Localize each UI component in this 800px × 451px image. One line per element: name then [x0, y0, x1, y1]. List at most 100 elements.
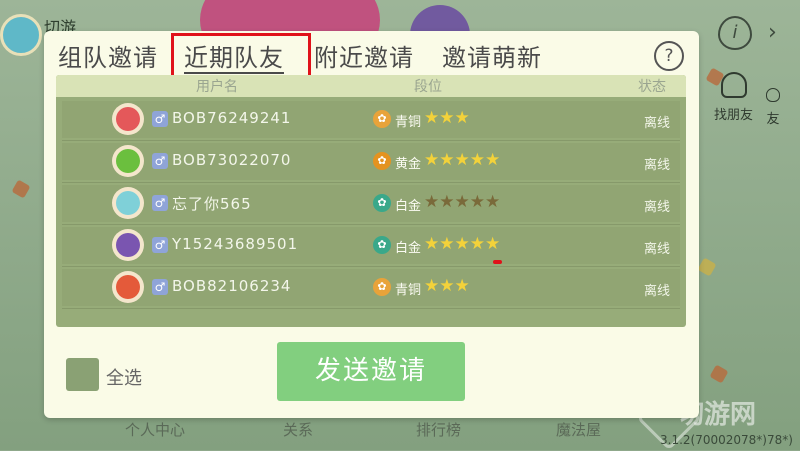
- rank-stars: ★★★: [424, 276, 470, 296]
- tab-team-invite[interactable]: 组队邀请: [58, 38, 158, 73]
- star-icon: ★: [439, 108, 455, 128]
- invite-dialog: 组队邀请 近期队友 附近邀请 邀请萌新 ? 用户名 段位 状态 ♂ BOB7624…: [44, 31, 699, 418]
- star-icon: ★: [454, 108, 470, 128]
- table-row[interactable]: ♂ BOB76249241 ✿ 青铜 ★★★ 离线: [62, 99, 680, 141]
- avatar-character-icon: [116, 149, 140, 173]
- header-username: 用户名: [196, 79, 238, 95]
- rank-name: 白金: [395, 199, 422, 214]
- rank-badge-icon: ✿: [373, 278, 391, 296]
- status-label: 离线: [644, 242, 671, 257]
- friend-button[interactable]: 友: [766, 88, 780, 127]
- friend-label: 友: [766, 112, 780, 127]
- tab-invite-newbie[interactable]: 邀请萌新: [442, 38, 542, 73]
- hex-decoration: [709, 364, 729, 384]
- tab-nearby-invite[interactable]: 附近邀请: [314, 38, 414, 73]
- player-avatar[interactable]: [0, 14, 42, 56]
- star-icon: ★: [469, 192, 485, 212]
- star-icon: ★: [469, 150, 485, 170]
- nav-personal-center[interactable]: 个人中心: [125, 419, 185, 440]
- male-icon: ♂: [152, 153, 168, 169]
- header-status: 状态: [638, 79, 666, 95]
- male-icon: ♂: [152, 111, 168, 127]
- player-name: BOB73022070: [172, 151, 292, 169]
- star-icon: ★: [454, 192, 470, 212]
- annotation-mark: [493, 260, 502, 264]
- nav-leaderboard[interactable]: 排行榜: [416, 419, 461, 440]
- rank-badge-icon: ✿: [373, 194, 391, 212]
- player-name: BOB76249241: [172, 109, 292, 127]
- avatar-character-icon: [116, 107, 140, 131]
- find-friends-label: 找朋友: [714, 108, 754, 123]
- avatar: [112, 271, 144, 303]
- star-icon: ★: [454, 234, 470, 254]
- help-button[interactable]: ?: [654, 41, 684, 71]
- table-header: 用户名 段位 状态: [56, 75, 686, 97]
- rank-badge-icon: ✿: [373, 110, 391, 128]
- star-icon: ★: [424, 234, 440, 254]
- rank-stars: ★★★: [424, 108, 470, 128]
- hex-decoration: [11, 179, 31, 199]
- hex-decoration: [697, 257, 717, 277]
- avatar: [112, 187, 144, 219]
- star-icon: ★: [454, 276, 470, 296]
- nav-relations[interactable]: 关系: [283, 419, 313, 440]
- avatar: [112, 103, 144, 135]
- star-icon: ★: [469, 234, 485, 254]
- status-label: 离线: [644, 158, 671, 173]
- table-row[interactable]: ♂ BOB82106234 ✿ 青铜 ★★★ 离线: [62, 267, 680, 309]
- star-icon: ★: [485, 192, 501, 212]
- avatar-character-icon: [116, 233, 140, 257]
- rank-badge-icon: ✿: [373, 236, 391, 254]
- select-all-checkbox[interactable]: [66, 358, 99, 391]
- table-row[interactable]: ♂ BOB73022070 ✿ 黄金 ★★★★★ 离线: [62, 141, 680, 183]
- star-icon: ★: [424, 108, 440, 128]
- send-invite-button[interactable]: 发送邀请: [277, 342, 465, 401]
- avatar: [112, 145, 144, 177]
- star-icon: ★: [424, 192, 440, 212]
- status-label: 离线: [644, 200, 671, 215]
- star-icon: ★: [439, 276, 455, 296]
- table-body: ♂ BOB76249241 ✿ 青铜 ★★★ 离线 ♂ BOB73022070 ✿ 黄金 ★★★★★…: [56, 97, 686, 309]
- star-icon: ★: [439, 234, 455, 254]
- rank-stars: ★★★★★: [424, 192, 500, 212]
- rank-badge-icon: ✿: [373, 152, 391, 170]
- rank-stars: ★★★★★: [424, 150, 500, 170]
- nav-magic-house[interactable]: 魔法屋: [556, 419, 601, 440]
- select-all-label[interactable]: 全选: [106, 364, 142, 390]
- avatar-character-icon: [116, 191, 140, 215]
- star-icon: ★: [454, 150, 470, 170]
- add-friend-icon: [720, 72, 747, 98]
- male-icon: ♂: [152, 237, 168, 253]
- status-label: 离线: [644, 284, 671, 299]
- star-icon: ★: [424, 150, 440, 170]
- header-rank: 段位: [414, 79, 442, 95]
- rank-stars: ★★★★★: [424, 234, 500, 254]
- table-row[interactable]: ♂ Y15243689501 ✿ 白金 ★★★★★ 离线: [62, 225, 680, 267]
- player-name: 忘了你565: [172, 195, 252, 213]
- star-icon: ★: [485, 150, 501, 170]
- version-label: 3.1.2(70002078*)78*): [660, 433, 793, 447]
- male-icon: ♂: [152, 195, 168, 211]
- rank-name: 青铜: [395, 115, 422, 130]
- rank-name: 青铜: [395, 283, 422, 298]
- rank-name: 黄金: [395, 157, 422, 172]
- rank-name: 白金: [395, 241, 422, 256]
- star-icon: ★: [439, 192, 455, 212]
- male-icon: ♂: [152, 279, 168, 295]
- avatar-character-icon: [116, 275, 140, 299]
- active-tab-highlight: [171, 33, 311, 80]
- chevron-right-icon[interactable]: ›: [768, 20, 777, 45]
- star-icon: ★: [485, 234, 501, 254]
- status-label: 离线: [644, 116, 671, 131]
- tab-bar: 组队邀请 近期队友 附近邀请 邀请萌新 ?: [44, 31, 699, 80]
- player-name: Y15243689501: [172, 235, 299, 253]
- avatar: [112, 229, 144, 261]
- friend-icon: [766, 88, 780, 102]
- table-row[interactable]: ♂ 忘了你565 ✿ 白金 ★★★★★ 离线: [62, 183, 680, 225]
- star-icon: ★: [424, 276, 440, 296]
- player-name: BOB82106234: [172, 277, 292, 295]
- star-icon: ★: [439, 150, 455, 170]
- find-friends-button[interactable]: 找朋友: [714, 72, 753, 123]
- teammate-table: 用户名 段位 状态 ♂ BOB76249241 ✿ 青铜 ★★★ 离线 ♂ BOB730220…: [56, 75, 686, 327]
- info-button[interactable]: i: [718, 16, 752, 50]
